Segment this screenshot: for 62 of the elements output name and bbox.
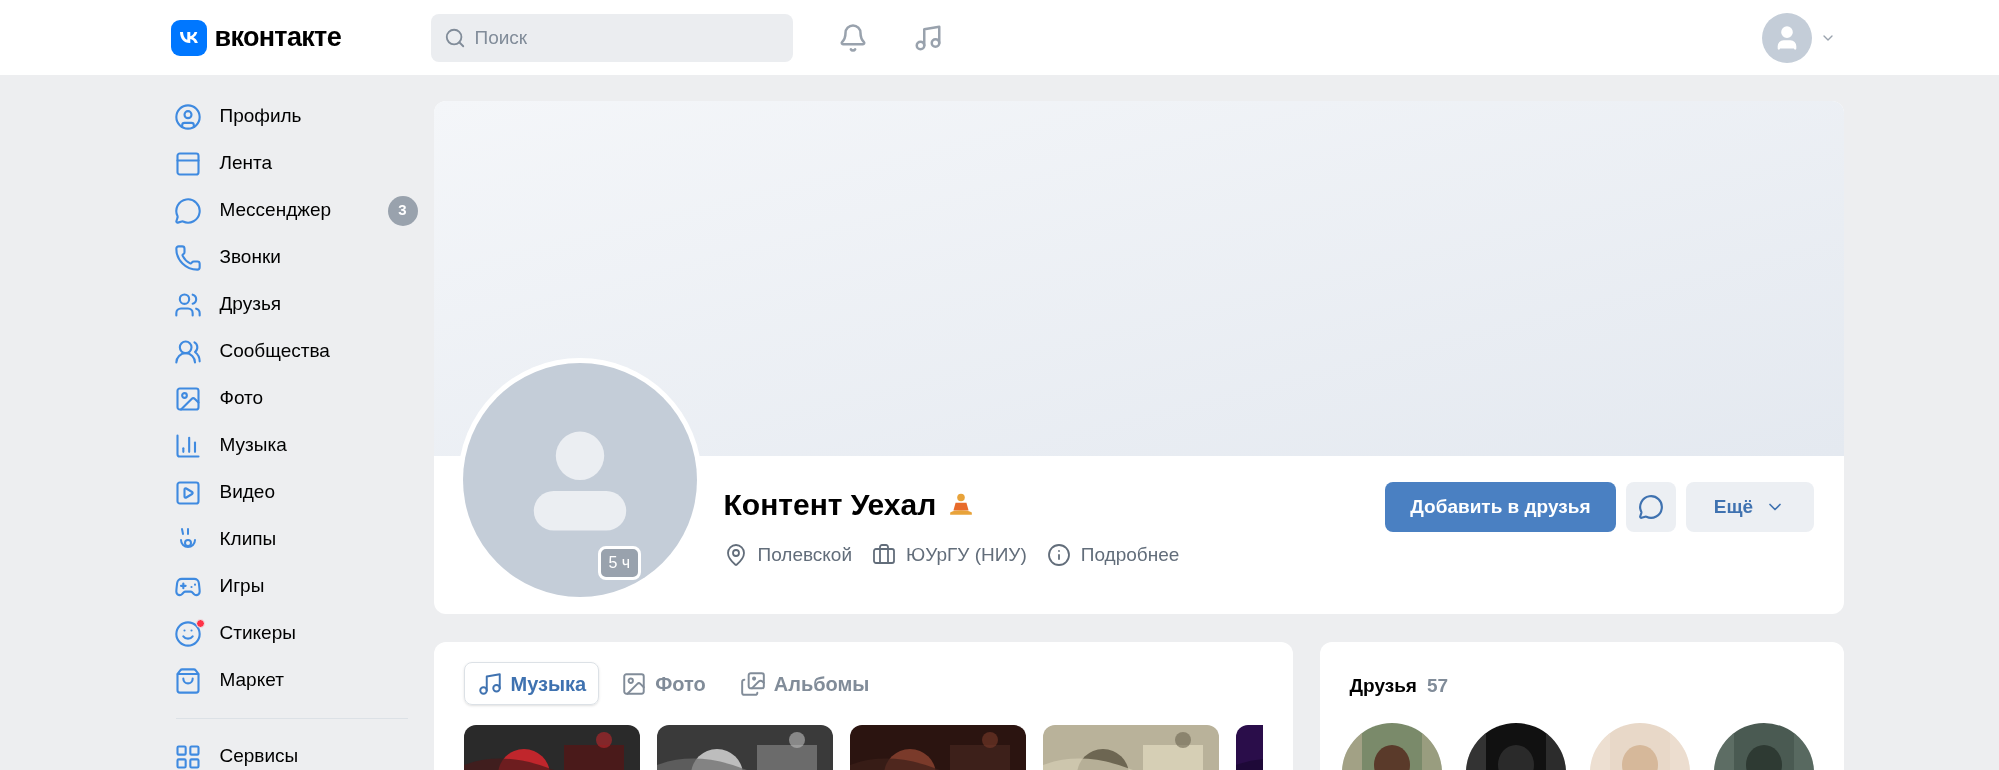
logo-icon[interactable] bbox=[170, 19, 207, 56]
sidebar-label: Стикеры bbox=[219, 621, 296, 646]
friends-title[interactable]: Друзья bbox=[1349, 672, 1417, 701]
sidebar-item[interactable]: Мессенджер 3 bbox=[173, 187, 418, 234]
sidebar-item[interactable]: Игры bbox=[173, 563, 418, 610]
sidebar-label: Маркет bbox=[219, 668, 284, 693]
sidebar-label: Сервисы bbox=[219, 744, 299, 769]
profile-detail: Полевской bbox=[757, 543, 853, 567]
image-icon bbox=[621, 670, 648, 697]
people-icon bbox=[173, 290, 202, 319]
sidebar-label: Профиль bbox=[219, 104, 302, 129]
sidebar-item[interactable]: Сообщества bbox=[173, 328, 418, 375]
profile-name: Контент Уехал bbox=[723, 487, 937, 523]
sidebar-label: Сообщества bbox=[219, 339, 330, 364]
equalizer-icon bbox=[173, 431, 202, 460]
sidebar-label: Фото bbox=[219, 386, 264, 411]
images-icon bbox=[739, 670, 766, 697]
sidebar-label: Музыка bbox=[219, 433, 287, 458]
sidebar-label: Видео bbox=[219, 480, 275, 505]
sidebar-label: Мессенджер bbox=[219, 198, 332, 223]
group-icon bbox=[173, 337, 202, 366]
logo-text: вконтакте bbox=[214, 21, 341, 55]
sidebar-label: Друзья bbox=[219, 292, 282, 317]
add-friend-button[interactable]: Добавить в друзья bbox=[1385, 482, 1616, 532]
last-seen-badge: 5 ч bbox=[597, 546, 642, 580]
sidebar-item[interactable]: Клипы bbox=[173, 516, 418, 563]
more-button[interactable]: Ещё bbox=[1685, 482, 1814, 532]
sidebar-item[interactable]: Видео bbox=[173, 469, 418, 516]
profile-icon bbox=[173, 102, 202, 131]
chat-bubble-icon bbox=[1637, 494, 1664, 520]
image-icon bbox=[173, 384, 202, 413]
search-icon bbox=[443, 26, 466, 49]
music-note-icon bbox=[476, 670, 503, 697]
feed-icon bbox=[173, 149, 202, 178]
sidebar-item[interactable]: Сервисы bbox=[173, 733, 418, 770]
meditation-icon bbox=[948, 491, 975, 518]
grid-icon bbox=[173, 742, 202, 770]
sidebar-label: Клипы bbox=[219, 527, 277, 552]
play-icon bbox=[173, 478, 202, 507]
profile-detail: ЮУрГУ (НИУ) bbox=[906, 543, 1027, 567]
sidebar-item[interactable]: Фото bbox=[173, 375, 418, 422]
sidebar-item[interactable]: Маркет bbox=[173, 657, 418, 704]
sidebar-label: Игры bbox=[219, 574, 265, 599]
sidebar-item[interactable]: Лента bbox=[173, 140, 418, 187]
friends-count: 57 bbox=[1426, 674, 1449, 698]
info-icon bbox=[1046, 543, 1071, 568]
sidebar-item[interactable]: Профиль bbox=[173, 93, 418, 140]
search-field[interactable]: Поиск bbox=[430, 13, 793, 62]
smiley-icon bbox=[173, 619, 202, 648]
count-badge: 3 bbox=[387, 195, 418, 226]
message-button[interactable] bbox=[1625, 482, 1676, 532]
sidebar-item[interactable]: Музыка bbox=[173, 422, 418, 469]
sidebar-item[interactable]: Стикеры bbox=[173, 610, 418, 657]
sidebar-item[interactable]: Друзья bbox=[173, 281, 418, 328]
sidebar-label: Звонки bbox=[219, 245, 281, 270]
media-tab[interactable]: Музыка bbox=[463, 662, 600, 705]
bag-icon bbox=[173, 666, 202, 695]
profile-detail[interactable]: Подробнее bbox=[1080, 541, 1180, 570]
phone-icon bbox=[173, 243, 202, 272]
sidebar-item[interactable]: Звонки bbox=[173, 234, 418, 281]
chat-bubble-icon bbox=[173, 196, 202, 225]
sidebar-label: Лента bbox=[219, 151, 273, 176]
